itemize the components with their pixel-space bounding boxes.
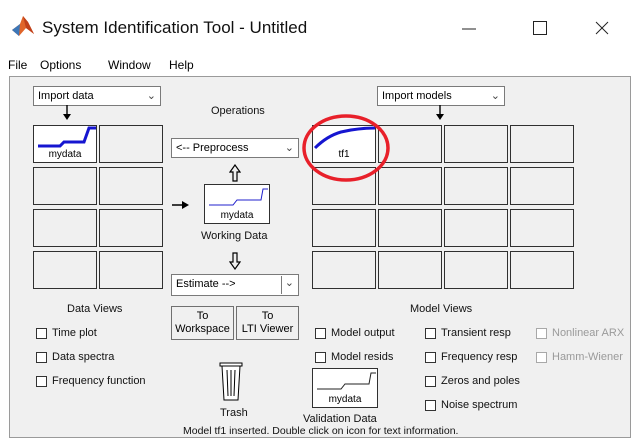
import-models-dropdown[interactable]: Import models ⌄ <box>377 86 505 106</box>
arrow-down-icon <box>63 105 71 120</box>
close-button[interactable] <box>582 14 622 42</box>
data-board-tile[interactable] <box>99 125 163 163</box>
model-output-checkbox[interactable] <box>315 328 326 339</box>
time-plot-checkbox[interactable] <box>36 328 47 339</box>
working-data-caption: Working Data <box>201 230 268 242</box>
chevron-down-icon: ⌄ <box>280 276 294 294</box>
hamm-wiener-label: Hamm-Wiener <box>552 351 623 363</box>
model-board-tile[interactable] <box>444 209 508 247</box>
zeros-and-poles-checkbox[interactable] <box>425 376 436 387</box>
arrow-down-icon <box>229 252 241 270</box>
model-board-tile[interactable] <box>444 251 508 289</box>
menu-bar <box>0 54 633 76</box>
nonlinear-arx-label: Nonlinear ARX <box>552 327 625 339</box>
arrow-up-icon <box>229 164 241 182</box>
import-data-label: Import data <box>38 90 94 102</box>
model-board-tile[interactable] <box>312 251 376 289</box>
to-ltiviewer-line2: LTI Viewer <box>241 323 294 335</box>
model-board-tile[interactable] <box>378 209 442 247</box>
hamm-wiener-checkbox <box>536 352 547 363</box>
to-workspace-line1: To <box>196 310 209 322</box>
preprocess-dropdown[interactable]: <-- Preprocess ⌄ <box>171 138 299 158</box>
zeros-and-poles-label: Zeros and poles <box>441 375 520 387</box>
working-data-tile[interactable]: mydata <box>204 184 270 224</box>
model-board-tile[interactable] <box>378 251 442 289</box>
to-ltiviewer-button[interactable]: To LTI Viewer <box>236 306 299 340</box>
data-board-tile[interactable] <box>99 209 163 247</box>
validation-data-tile-label: mydata <box>328 394 362 405</box>
noise-spectrum-label: Noise spectrum <box>441 399 518 411</box>
model-board-tile[interactable] <box>510 251 574 289</box>
frequency-resp-label: Frequency resp <box>441 351 518 363</box>
validation-data-tile[interactable]: mydata <box>312 368 378 408</box>
estimate-label: Estimate --> <box>176 278 236 290</box>
import-models-label: Import models <box>382 90 452 102</box>
data-spectra-label: Data spectra <box>52 351 115 363</box>
matlab-logo-icon <box>12 16 34 36</box>
minimize-button[interactable] <box>449 14 489 42</box>
trash-icon[interactable] <box>218 360 244 402</box>
model-resids-checkbox[interactable] <box>315 352 326 363</box>
data-board-tile[interactable] <box>33 251 97 289</box>
working-data-tile-label: mydata <box>220 210 254 221</box>
validation-data-curve-icon <box>317 372 376 390</box>
chevron-down-icon: ⌄ <box>284 142 294 154</box>
model-resids-label: Model resids <box>331 351 394 363</box>
arrow-right-icon <box>172 201 189 209</box>
menu-window[interactable]: Window <box>108 58 151 72</box>
menu-file[interactable]: File <box>8 58 27 72</box>
nonlinear-arx-checkbox <box>536 328 547 339</box>
data-board-tile[interactable] <box>99 251 163 289</box>
model-views-title: Model Views <box>410 303 473 315</box>
chevron-down-icon: ⌄ <box>146 90 156 102</box>
validation-data-caption: Validation Data <box>303 413 377 425</box>
maximize-icon <box>533 21 547 35</box>
model-output-label: Model output <box>331 327 395 339</box>
transient-resp-label: Transient resp <box>441 327 511 339</box>
to-workspace-line2: Workspace <box>175 323 230 335</box>
frequency-resp-checkbox[interactable] <box>425 352 436 363</box>
data-board-tile-mydata[interactable]: mydata <box>33 125 97 163</box>
data-spectra-checkbox[interactable] <box>36 352 47 363</box>
model-board-tile[interactable] <box>510 209 574 247</box>
window-title: System Identification Tool - Untitled <box>42 18 308 37</box>
preprocess-label: <-- Preprocess <box>176 142 249 154</box>
to-workspace-button[interactable]: To Workspace <box>171 306 234 340</box>
transient-resp-checkbox[interactable] <box>425 328 436 339</box>
minimize-icon <box>462 28 476 30</box>
mydata-curve-icon <box>38 126 96 148</box>
noise-spectrum-checkbox[interactable] <box>425 400 436 411</box>
data-board-tile[interactable] <box>33 209 97 247</box>
model-board-tile[interactable] <box>444 167 508 205</box>
chevron-down-icon: ⌄ <box>490 90 500 102</box>
menu-options[interactable]: Options <box>40 58 81 72</box>
arrow-down-icon <box>436 105 444 120</box>
status-text: Model tf1 inserted. Double click on icon… <box>183 425 459 437</box>
trash-label: Trash <box>220 407 248 419</box>
frequency-function-checkbox[interactable] <box>36 376 47 387</box>
highlight-circle <box>302 114 390 182</box>
time-plot-label: Time plot <box>52 327 97 339</box>
to-ltiviewer-line1: To <box>261 310 274 322</box>
estimate-dropdown[interactable]: Estimate --> ⌄ <box>171 274 299 296</box>
data-board-tile[interactable] <box>33 167 97 205</box>
model-board-tile[interactable] <box>510 167 574 205</box>
menu-help[interactable]: Help <box>169 58 194 72</box>
model-board-tile[interactable] <box>312 209 376 247</box>
maximize-button[interactable] <box>520 14 560 42</box>
data-views-title: Data Views <box>67 303 123 315</box>
tile-label: mydata <box>48 149 82 160</box>
model-board-tile[interactable] <box>510 125 574 163</box>
close-icon <box>595 21 609 35</box>
model-board-tile[interactable] <box>444 125 508 163</box>
working-data-curve-icon <box>209 188 268 206</box>
import-data-dropdown[interactable]: Import data ⌄ <box>33 86 161 106</box>
operations-title: Operations <box>211 105 265 117</box>
data-board-tile[interactable] <box>99 167 163 205</box>
frequency-function-label: Frequency function <box>52 375 146 387</box>
